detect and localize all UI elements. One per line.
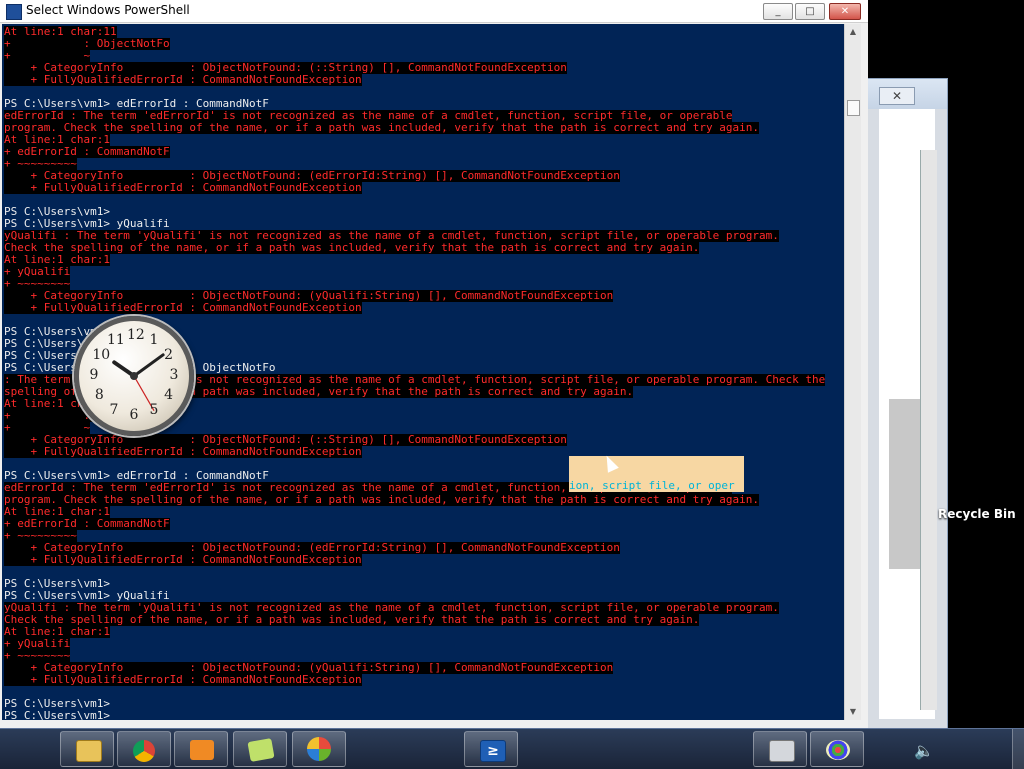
clock-numeral: 7: [109, 401, 119, 418]
speaker-icon[interactable]: 🔈: [914, 741, 934, 760]
system-tray: 🔈: [900, 731, 1010, 767]
background-window-close-button[interactable]: ✕: [879, 87, 915, 105]
console-line: + FullyQualifiedErrorId : CommandNotFoun…: [4, 445, 362, 458]
selected-text: ion, script file, or oper: [569, 480, 744, 492]
calculator-icon: [769, 740, 795, 762]
scrollbar-thumb[interactable]: [847, 100, 860, 116]
taskbar-paint-button[interactable]: [810, 731, 864, 767]
chrome-icon: [133, 740, 155, 762]
maximize-button[interactable]: □: [795, 3, 825, 20]
clock-center-pin: [130, 372, 138, 380]
clock-minute-hand: [132, 353, 165, 378]
console-line: + FullyQualifiedErrorId : CommandNotFoun…: [4, 553, 362, 566]
taskbar-powershell-button[interactable]: ≥: [464, 731, 518, 767]
window-title: Select Windows PowerShell: [26, 3, 190, 17]
windows-start-icon: [307, 737, 331, 761]
console-line: + FullyQualifiedErrorId : CommandNotFoun…: [4, 73, 362, 86]
taskbar-notes-button[interactable]: [233, 731, 287, 767]
clock-numeral: 12: [127, 327, 145, 343]
background-window-scrollbar-2[interactable]: [920, 150, 937, 710]
clock-numeral: 3: [169, 367, 179, 383]
clock-numeral: 9: [89, 367, 99, 383]
titlebar[interactable]: Select Windows PowerShell _ □ ✕: [0, 0, 868, 23]
console-line: PS C:\Users\vm1>: [4, 710, 118, 721]
close-button[interactable]: ✕: [829, 3, 861, 20]
scroll-down-arrow-icon[interactable]: ▼: [847, 706, 859, 718]
taskbar-start-button[interactable]: [292, 731, 346, 767]
media-player-icon: [190, 740, 214, 760]
taskbar-chrome-button[interactable]: [117, 731, 171, 767]
clock-numeral: 8: [94, 387, 104, 403]
console-line: program. Check the spelling of the name,…: [4, 493, 759, 506]
console-line: + FullyQualifiedErrorId : CommandNotFoun…: [4, 181, 362, 194]
folder-icon: [76, 740, 102, 762]
minimize-button[interactable]: _: [763, 3, 793, 20]
console-line: program. Check the spelling of the name,…: [4, 121, 759, 134]
clock-numeral: 2: [164, 347, 174, 363]
clock-numeral: 6: [129, 407, 139, 423]
clock-numeral: 5: [149, 401, 159, 418]
taskbar-explorer-button[interactable]: [60, 731, 114, 767]
clock-numeral: 10: [92, 347, 111, 363]
clock-numeral: 11: [107, 332, 125, 349]
sticky-notes-icon: [247, 738, 275, 762]
clock-gadget[interactable]: 12 1 2 3 4 5 6 7 8 9 10 11: [74, 316, 194, 436]
console-line: + FullyQualifiedErrorId : CommandNotFoun…: [4, 673, 362, 686]
taskbar-media-button[interactable]: [174, 731, 228, 767]
vertical-scrollbar[interactable]: ▲ ▼: [844, 24, 861, 720]
console-line: + FullyQualifiedErrorId : CommandNotFoun…: [4, 301, 362, 314]
recycle-bin-label[interactable]: Recycle Bin: [938, 507, 1016, 521]
powershell-window-icon[interactable]: [6, 4, 22, 20]
taskbar: ≥ 🔈: [0, 728, 1024, 769]
show-desktop-button[interactable]: [1012, 729, 1024, 769]
taskbar-calculator-button[interactable]: [753, 731, 807, 767]
paint-icon: [826, 740, 850, 760]
powershell-icon: ≥: [480, 740, 506, 762]
clock-numeral: 1: [149, 332, 159, 349]
clock-numeral: 4: [164, 387, 174, 403]
scroll-up-arrow-icon[interactable]: ▲: [847, 26, 859, 38]
